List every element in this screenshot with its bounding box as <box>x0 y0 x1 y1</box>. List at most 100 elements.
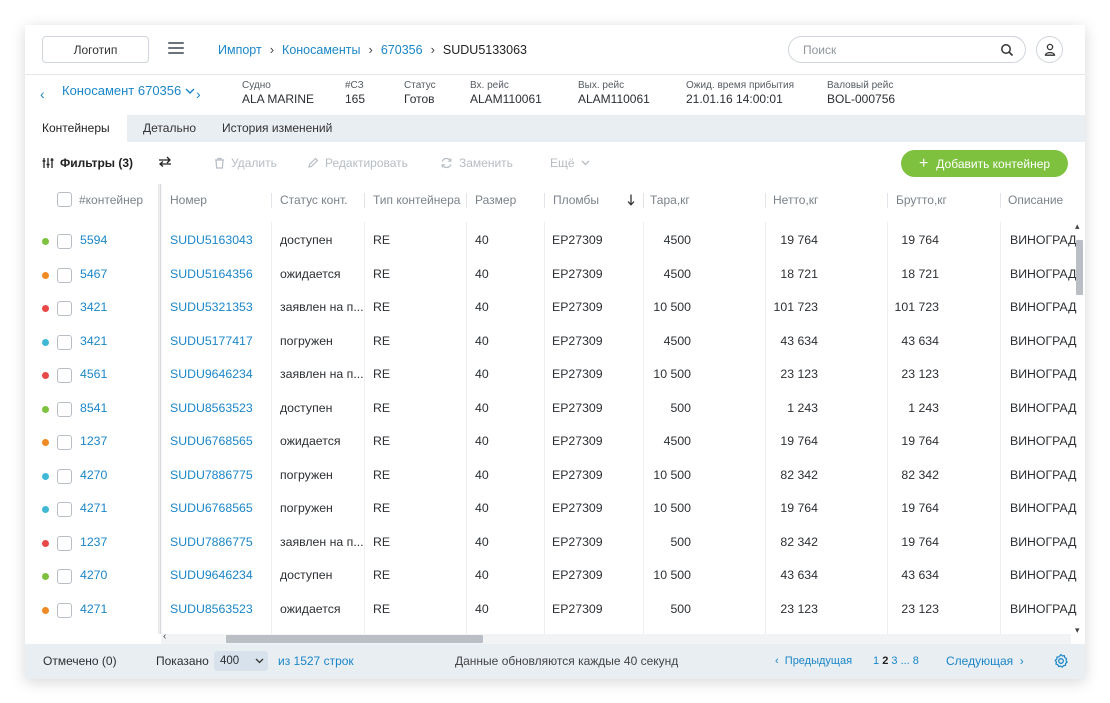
breadcrumb-bill[interactable]: 670356 <box>381 43 423 57</box>
row-checkbox[interactable] <box>57 267 72 283</box>
search-input[interactable]: Поиск <box>788 36 1026 63</box>
user-profile-button[interactable] <box>1036 36 1063 63</box>
more-button[interactable]: Ещё <box>550 156 590 170</box>
col-description[interactable]: Описание <box>1008 193 1063 207</box>
page-size-select[interactable]: 400 <box>214 651 268 671</box>
col-number[interactable]: Номер <box>170 193 207 207</box>
row-checkbox[interactable] <box>57 401 72 417</box>
page-1[interactable]: 1 <box>873 655 879 667</box>
cell-container-id[interactable]: 5594 <box>80 233 107 247</box>
row-checkbox[interactable] <box>57 569 72 584</box>
col-seals[interactable]: Пломбы <box>553 193 599 207</box>
info-vessel: Судно ALA MARINE <box>242 80 315 106</box>
table-row[interactable]: 4561 SUDU9646234 заявлен на п... RE 40 EP2730… <box>25 359 1076 393</box>
cell-number[interactable]: SUDU7886775 <box>170 468 253 482</box>
col-gross[interactable]: Брутто,кг <box>896 193 947 207</box>
breadcrumb-import[interactable]: Импорт <box>218 43 262 57</box>
row-checkbox[interactable] <box>57 602 72 618</box>
row-checkbox[interactable] <box>57 368 72 383</box>
hamburger-menu-icon[interactable] <box>168 42 184 54</box>
cell-number[interactable]: SUDU6768565 <box>170 434 253 448</box>
tab-containers[interactable]: Контейнеры <box>25 115 127 142</box>
table-row[interactable]: 3421 SUDU5177417 погружен RE 40 EP27309 4500 43… <box>25 326 1076 360</box>
cell-container-id[interactable]: 1237 <box>80 434 107 448</box>
add-container-button[interactable]: + Добавить контейнер <box>901 150 1068 177</box>
cell-number[interactable]: SUDU9646234 <box>170 367 253 381</box>
table-row[interactable]: 8541 SUDU8563523 доступен RE 40 EP27309 500 1 2… <box>25 393 1076 427</box>
next-bill-icon[interactable]: › <box>196 86 201 102</box>
scroll-down-icon[interactable]: ▾ <box>1075 625 1080 636</box>
row-checkbox[interactable] <box>57 502 72 517</box>
page-2[interactable]: 2 <box>882 655 888 667</box>
edit-button[interactable]: Редактировать <box>307 156 408 170</box>
cell-number[interactable]: SUDU5321353 <box>170 300 253 314</box>
col-type[interactable]: Тип контейнера <box>373 193 460 207</box>
cell-number[interactable]: SUDU8563523 <box>170 602 253 616</box>
cell-container-id[interactable]: 3421 <box>80 334 107 348</box>
cell-number[interactable]: SUDU6768565 <box>170 501 253 515</box>
scroll-up-icon[interactable]: ▴ <box>1075 221 1080 232</box>
row-checkbox[interactable] <box>57 468 72 484</box>
logo-button[interactable]: Логотип <box>42 36 149 63</box>
page-last[interactable]: ... 8 <box>901 655 919 667</box>
table-row[interactable]: 5594 SUDU5163043 доступен RE 40 EP27309 4500 19… <box>25 225 1076 259</box>
info-inbound-voyage: Вх. рейс ALAM110061 <box>470 80 542 106</box>
cell-container-id[interactable]: 4271 <box>80 602 107 616</box>
cell-number[interactable]: SUDU5163043 <box>170 233 253 247</box>
horizontal-scroll-thumb[interactable] <box>226 635 483 643</box>
cell-container-id[interactable]: 4271 <box>80 501 107 515</box>
cell-number[interactable]: SUDU5177417 <box>170 334 253 348</box>
table-row[interactable]: 4270 SUDU9646234 доступен RE 40 EP27309 10 500… <box>25 560 1076 594</box>
delete-button[interactable]: Удалить <box>214 156 277 170</box>
row-checkbox[interactable] <box>57 334 72 350</box>
cell-container-id[interactable]: 8541 <box>80 401 107 415</box>
table-row[interactable]: 4270 SUDU7886775 погружен RE 40 EP27309 10 500… <box>25 460 1076 494</box>
sort-down-icon[interactable] <box>627 194 635 206</box>
cell-container-id[interactable]: 5467 <box>80 267 107 281</box>
prev-bill-icon[interactable]: ‹ <box>40 86 45 102</box>
table-row[interactable]: 5467 SUDU5164356 ожидается RE 40 EP27309 4500 1… <box>25 259 1076 293</box>
swap-columns-button[interactable] <box>158 156 172 168</box>
table-row[interactable]: 1237 SUDU7886775 заявлен на п... RE 40 EP2730… <box>25 527 1076 561</box>
prev-page-link[interactable]: ‹ Предыдущая <box>775 655 852 667</box>
cell-number[interactable]: SUDU8563523 <box>170 401 253 415</box>
table-row[interactable]: 1237 <box>25 627 1071 634</box>
cell-number[interactable]: SUDU7886775 <box>170 535 253 549</box>
table-row[interactable]: 4271 SUDU8563523 ожидается RE 40 EP27309 500 23… <box>25 594 1076 628</box>
cell-container-id[interactable]: 4270 <box>80 568 107 582</box>
row-checkbox[interactable] <box>57 435 72 450</box>
search-icon[interactable] <box>1000 43 1014 57</box>
col-size[interactable]: Размер <box>475 193 516 207</box>
settings-gear-icon[interactable] <box>1053 653 1069 669</box>
filters-button[interactable]: Фильтры (3) <box>42 156 133 170</box>
horizontal-scrollbar[interactable]: ‹ <box>161 631 1071 644</box>
col-tare[interactable]: Тара,кг <box>650 193 690 207</box>
row-checkbox[interactable] <box>57 301 72 316</box>
cell-container-id[interactable]: 1237 <box>80 535 107 549</box>
next-page-link[interactable]: Следующая › <box>946 654 1024 668</box>
col-container-id[interactable]: #контейнер <box>79 193 143 207</box>
tabs-bar: Контейнеры Детально История изменений <box>25 115 1085 142</box>
scroll-left-icon[interactable]: ‹ <box>163 631 166 642</box>
cell-number[interactable]: SUDU5164356 <box>170 267 253 281</box>
breadcrumb-bills[interactable]: Коносаменты <box>282 43 360 57</box>
table-row[interactable]: 1237 SUDU6768565 ожидается RE 40 EP27309 4500 1… <box>25 426 1076 460</box>
page-3[interactable]: 3 <box>891 655 897 667</box>
cell-container-id[interactable]: 4561 <box>80 367 107 381</box>
table-row[interactable]: 3421 SUDU5321353 заявлен на п... RE 40 EP2730… <box>25 292 1076 326</box>
cell-container-id[interactable]: 3421 <box>80 300 107 314</box>
vertical-scroll-thumb[interactable] <box>1076 240 1083 295</box>
replace-button[interactable]: Заменить <box>440 156 513 170</box>
table-row[interactable]: 4271 SUDU6768565 погружен RE 40 EP27309 10 500… <box>25 493 1076 527</box>
row-checkbox[interactable] <box>57 535 72 551</box>
tab-details[interactable]: Детально <box>126 115 213 142</box>
cell-container-id[interactable]: 4270 <box>80 468 107 482</box>
col-status[interactable]: Статус конт. <box>280 193 347 207</box>
cell-number[interactable]: SUDU9646234 <box>170 568 253 582</box>
row-checkbox[interactable] <box>57 234 72 249</box>
select-all-checkbox[interactable] <box>57 192 72 207</box>
vertical-scrollbar[interactable]: ▴ ▾ <box>1074 221 1085 637</box>
tab-history[interactable]: История изменений <box>205 115 349 142</box>
col-net[interactable]: Нетто,кг <box>773 193 818 207</box>
bill-selector[interactable]: Коносамент 670356 <box>62 83 195 98</box>
